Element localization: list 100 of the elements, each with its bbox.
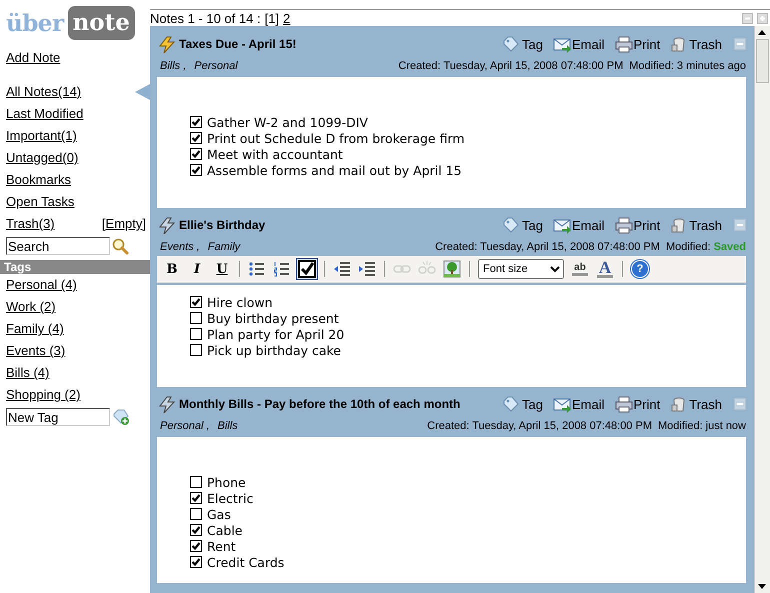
note-body[interactable]: Gather W-2 and 1099-DIV Print out Schedule D from brokerage firm Meet with accountant Assemble forms and mail out by April 15 — [157, 77, 746, 208]
tags-header: Tags — [0, 260, 150, 274]
scrollbar-thumb[interactable] — [756, 39, 769, 83]
note-tag[interactable]: Personal , — [160, 420, 210, 432]
note-tag[interactable]: Events , — [160, 240, 200, 252]
search-field[interactable]: Search — [6, 237, 110, 255]
scrollbar[interactable] — [754, 26, 770, 593]
important-flag-icon[interactable] — [158, 216, 175, 234]
task-text: Phone — [207, 474, 246, 490]
checkbox[interactable] — [190, 476, 202, 488]
note-tag[interactable]: Family — [208, 240, 240, 252]
checkbox[interactable] — [190, 116, 202, 128]
note-action[interactable]: Print — [614, 36, 660, 52]
task-text: Plan party for April 20 — [207, 326, 344, 342]
nav-link[interactable]: Last Modified — [6, 103, 84, 125]
checkbox[interactable] — [190, 524, 202, 536]
tag-link[interactable]: Work (2) — [6, 296, 56, 318]
nav-link[interactable]: Bookmarks — [6, 169, 72, 191]
tag-link[interactable]: Events (3) — [6, 340, 66, 362]
important-flag-icon[interactable] — [158, 36, 175, 52]
pager-text: Notes 1 - 10 of 14 : — [150, 10, 261, 26]
envelope-icon — [553, 396, 571, 412]
page-link[interactable]: 2 — [283, 10, 290, 26]
task-text: Buy birthday present — [207, 310, 339, 326]
checkbox[interactable] — [190, 508, 202, 520]
note-action[interactable]: Trash — [670, 396, 722, 412]
checkbox[interactable] — [190, 556, 202, 568]
page-link[interactable]: [1] — [264, 10, 280, 26]
checkbox[interactable] — [190, 492, 202, 504]
note-title: Ellie's Birthday — [179, 218, 266, 232]
note-action[interactable]: Trash — [670, 36, 722, 52]
add-note-link[interactable]: Add Note — [6, 47, 60, 69]
task-text: Pick up birthday cake — [207, 342, 342, 358]
note-action[interactable]: Trash — [670, 216, 722, 234]
bullets-icon — [248, 260, 266, 278]
checkbox[interactable] — [190, 164, 202, 176]
task-text: Credit Cards — [207, 554, 284, 570]
tag-link[interactable]: Bills (4) — [6, 362, 50, 384]
note-body[interactable]: Phone Electric Gas Cable Rent Credit Cards — [157, 437, 746, 583]
modified-label: Modified: — [666, 240, 711, 252]
printer-icon — [614, 396, 633, 412]
italic-button[interactable]: I — [186, 258, 208, 280]
created-date: Created: Tuesday, April 15, 2008 07:48:00 PM — [398, 60, 624, 72]
envelope-icon — [553, 36, 571, 52]
note-action[interactable]: Email — [553, 396, 605, 412]
task-text: Electric — [207, 490, 254, 506]
tag-icon — [503, 216, 522, 234]
checkbox[interactable] — [190, 312, 202, 324]
nav-link[interactable]: Untagged(0) — [6, 147, 78, 169]
note-action[interactable]: Tag — [503, 216, 543, 234]
note-action[interactable]: Email — [553, 216, 605, 234]
font-size-dropdown[interactable]: Font size — [478, 259, 564, 279]
nav-link[interactable]: Open Tasks — [6, 191, 74, 213]
note-action[interactable]: Email — [553, 36, 605, 52]
modified-status: Saved — [714, 240, 746, 252]
task-text: Hire clown — [207, 294, 273, 310]
important-flag-icon[interactable] — [158, 396, 175, 412]
checkbox[interactable] — [190, 132, 202, 144]
outdent-icon — [333, 260, 351, 278]
modified-status: just now — [706, 420, 746, 432]
task-text: Gas — [207, 506, 231, 522]
bold-button[interactable]: B — [161, 258, 183, 280]
new-tag-field[interactable]: New Tag — [6, 408, 110, 426]
task-text: Rent — [207, 538, 236, 554]
color-button[interactable]: A — [594, 258, 616, 280]
printer-icon — [614, 216, 633, 234]
note-action[interactable]: Print — [614, 216, 660, 234]
checkbox[interactable] — [190, 296, 202, 308]
help-button[interactable]: ? — [629, 258, 651, 280]
add-tag-icon[interactable] — [112, 408, 130, 426]
note-action[interactable]: Tag — [503, 36, 543, 52]
nav-link[interactable]: Important(1) — [6, 125, 77, 147]
note-tag[interactable]: Bills — [218, 420, 238, 432]
note-tag[interactable]: Bills , — [160, 60, 186, 72]
checkbox[interactable] — [190, 540, 202, 552]
checkbox[interactable] — [190, 344, 202, 356]
underline-button[interactable]: U — [211, 258, 233, 280]
envelope-icon — [553, 216, 571, 234]
image-button[interactable] — [441, 258, 463, 280]
task-text: Assemble forms and mail out by April 15 — [207, 162, 462, 178]
highlight-button[interactable]: ab — [569, 258, 591, 280]
nav-link[interactable]: All Notes(14) — [6, 81, 82, 103]
checklist-icon — [298, 260, 316, 278]
checklist-button[interactable] — [296, 258, 318, 280]
empty-trash-link[interactable]: [Empty] — [102, 213, 146, 235]
trash-link[interactable]: Trash(3) — [6, 213, 55, 235]
note-action[interactable]: Tag — [503, 396, 543, 412]
tag-icon — [503, 36, 522, 52]
task-text: Cable — [207, 522, 242, 538]
checkbox[interactable] — [190, 148, 202, 160]
tag-icon — [503, 396, 522, 412]
tag-link[interactable]: Personal (4) — [6, 274, 77, 296]
image-icon — [443, 260, 461, 278]
note-tag[interactable]: Personal — [194, 60, 238, 72]
tag-link[interactable]: Shopping (2) — [6, 384, 80, 406]
checkbox[interactable] — [190, 328, 202, 340]
tag-link[interactable]: Family (4) — [6, 318, 64, 340]
modified-label: Modified: — [658, 420, 703, 432]
search-icon[interactable] — [112, 238, 129, 254]
note-action[interactable]: Print — [614, 396, 660, 412]
